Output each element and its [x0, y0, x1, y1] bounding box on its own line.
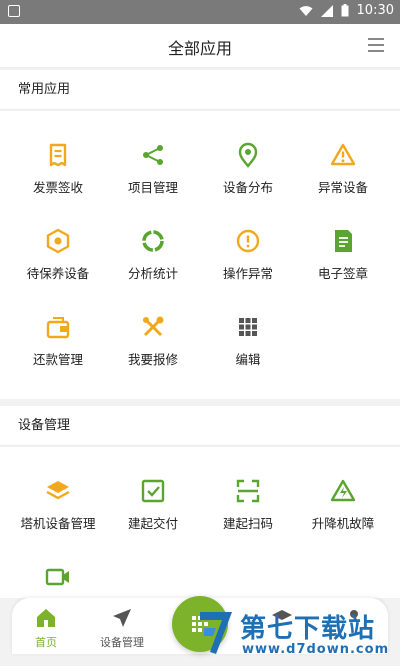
home-icon [37, 609, 55, 627]
section-title-device: 设备管理 [0, 406, 400, 446]
app-label: 待保养设备 [26, 266, 90, 281]
watermark: 第七下载站 www.d7down.com [196, 602, 400, 666]
app-label: 建起扫码 [222, 516, 273, 531]
checkbox-icon [141, 479, 165, 503]
device-apps-grid: 塔机设备管理 建起交付 建起扫码 升降机故障 [0, 447, 400, 598]
app-repair-request[interactable]: 我要报修 [103, 313, 203, 393]
app-label: 我要报修 [127, 352, 178, 367]
layers-icon [46, 481, 70, 500]
watermark-title: 第七下载站 [240, 614, 376, 644]
video-camera-icon [45, 568, 69, 586]
exclamation-circle-icon [236, 229, 260, 253]
app-e-signature[interactable]: 电子签章 [293, 227, 393, 307]
wallet-icon [46, 317, 70, 339]
app-label: 建起交付 [127, 516, 178, 531]
app-delivery[interactable]: 建起交付 [103, 477, 203, 557]
section-title-common: 常用应用 [0, 70, 400, 110]
status-bar: 10:30 [0, 0, 400, 24]
donut-chart-icon [142, 230, 164, 252]
notification-icon [8, 5, 20, 17]
app-pending-maintenance[interactable]: 待保养设备 [8, 227, 108, 307]
app-tower-crane-management[interactable]: 塔机设备管理 [8, 477, 108, 557]
app-label: 项目管理 [127, 180, 178, 195]
app-label: 塔机设备管理 [20, 516, 96, 531]
hexagon-nut-icon [46, 228, 70, 254]
scan-icon [236, 479, 260, 503]
app-edit[interactable]: 编辑 [198, 313, 298, 393]
app-label: 异常设备 [317, 180, 368, 195]
page-title: 全部应用 [167, 39, 232, 58]
app-label: 还款管理 [32, 352, 83, 367]
app-label: 分析统计 [127, 266, 178, 281]
app-label: 发票签收 [32, 180, 83, 195]
signal-icon [320, 4, 333, 17]
wifi-icon [299, 5, 313, 16]
app-project-management[interactable]: 项目管理 [103, 141, 203, 221]
app-invoice-sign[interactable]: 发票签收 [8, 141, 108, 221]
nav-label: 首页 [35, 636, 57, 649]
app-elevator-fault[interactable]: 升降机故障 [293, 477, 393, 557]
location-pin-icon [238, 142, 258, 168]
app-repayment[interactable]: 还款管理 [8, 313, 108, 393]
app-label: 设备分布 [222, 180, 273, 195]
nav-home[interactable]: 首页 [6, 604, 86, 652]
share-nodes-icon [143, 145, 163, 165]
app-label: 升降机故障 [311, 516, 375, 531]
tools-icon [143, 316, 164, 337]
menu-icon[interactable] [368, 38, 384, 52]
battery-icon [341, 4, 349, 17]
app-label: 操作异常 [222, 266, 273, 281]
send-icon [113, 609, 131, 627]
common-apps-grid: 发票签收 项目管理 设备分布 异常设备 待保养设备 分析统计 操作异常 电子签章… [0, 111, 400, 399]
nav-device-management[interactable]: 设备管理 [82, 604, 162, 652]
document-icon [335, 230, 352, 252]
app-device-distribution[interactable]: 设备分布 [198, 141, 298, 221]
app-label: 编辑 [235, 352, 261, 367]
app-operation-error[interactable]: 操作异常 [198, 227, 298, 307]
app-label: 电子签章 [317, 266, 368, 281]
watermark-logo-icon [200, 612, 232, 654]
lightning-triangle-icon [330, 479, 356, 502]
nav-label: 设备管理 [100, 636, 144, 649]
invoice-icon [49, 143, 67, 167]
app-scan-code[interactable]: 建起扫码 [198, 477, 298, 557]
warning-triangle-icon [330, 143, 356, 166]
app-abnormal-devices[interactable]: 异常设备 [293, 141, 393, 221]
app-statistics[interactable]: 分析统计 [103, 227, 203, 307]
app-header: 全部应用 [0, 24, 400, 68]
grid-dots-icon [239, 318, 257, 336]
clock: 10:30 [356, 3, 394, 18]
watermark-url: www.d7down.com [242, 642, 390, 657]
